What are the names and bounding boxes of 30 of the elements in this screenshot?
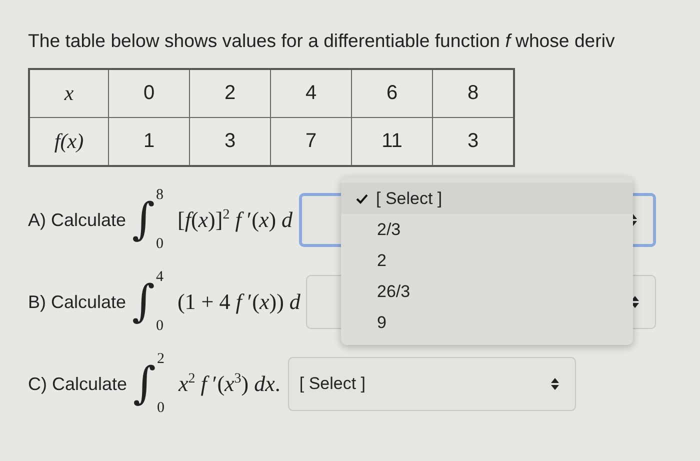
dropdown-option[interactable]: 9 [341, 307, 633, 338]
dropdown-option[interactable]: 2 [341, 245, 633, 276]
table-cell: 2 [190, 69, 270, 118]
upper-limit: 4 [156, 269, 164, 286]
integrand: [f(x)]$^{2}$ f ′(x) d [177, 207, 293, 233]
dropdown-option[interactable]: [ Select ] [341, 183, 633, 214]
question-text: The table below shows values for a differentiable function f whose deriv [28, 30, 616, 52]
dropdown-option[interactable]: 26/3 [341, 276, 633, 307]
integral-sign: ∫ [132, 193, 155, 247]
lower-limit: 0 [156, 318, 164, 335]
integrand: x$^{2}$ f ′(x$^{3}$) dx. [178, 371, 280, 397]
question-label: A) Calculate [28, 210, 126, 230]
up-down-arrows-icon [551, 378, 560, 390]
question-label: B) Calculate [28, 292, 126, 312]
up-down-arrows-icon [631, 296, 639, 308]
upper-limit: 8 [156, 187, 164, 204]
checkmark-icon [356, 194, 368, 204]
table-cell: 4 [270, 69, 352, 118]
lower-limit: 0 [156, 400, 164, 417]
table-header-cell: x [29, 69, 108, 118]
dropdown-option[interactable]: 2/3 [341, 214, 633, 245]
upper-limit: 2 [156, 351, 164, 368]
answer-dropdown[interactable]: [ Select ] [288, 357, 576, 411]
integrand: (1 + 4 f ′(x)) d [177, 289, 300, 315]
integral-sign: ∫ [132, 275, 155, 329]
table-cell: 6 [352, 69, 432, 118]
lower-limit: 0 [156, 236, 164, 253]
question-label: C) Calculate [28, 374, 128, 394]
integral-sign: ∫ [133, 357, 156, 411]
table-cell: 0 [108, 69, 190, 118]
